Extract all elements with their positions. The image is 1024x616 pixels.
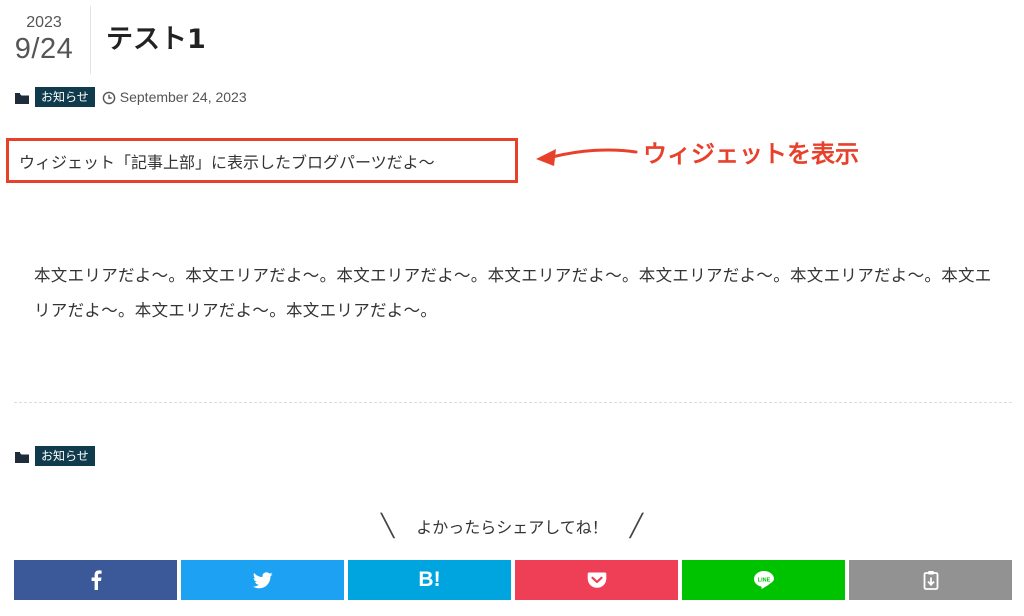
clock-icon bbox=[102, 90, 116, 105]
share-facebook-button[interactable] bbox=[14, 560, 177, 600]
share-heading-text: よかったらシェアしてね！ bbox=[416, 518, 608, 537]
share-pocket-button[interactable] bbox=[515, 560, 678, 600]
share-twitter-button[interactable] bbox=[181, 560, 344, 600]
facebook-icon bbox=[91, 570, 102, 590]
share-hatena-button[interactable]: B! bbox=[348, 560, 511, 600]
pocket-icon bbox=[587, 572, 606, 588]
content-divider bbox=[14, 402, 1012, 403]
post-meta: お知らせ September 24, 2023 bbox=[14, 86, 247, 108]
share-copy-button[interactable] bbox=[849, 560, 1012, 600]
post-month-day: 9/24 bbox=[14, 33, 74, 65]
slash-left-icon: ╲ bbox=[380, 514, 395, 539]
widget-text: ウィジェット「記事上部」に表示したブログパーツだよ〜 bbox=[19, 152, 435, 172]
category-badge[interactable]: お知らせ bbox=[35, 87, 95, 107]
widget-highlight-box: ウィジェット「記事上部」に表示したブログパーツだよ〜 bbox=[6, 138, 518, 183]
post-year: 2023 bbox=[26, 14, 62, 31]
clipboard-copy-icon bbox=[923, 571, 938, 590]
line-icon-label: LINE bbox=[757, 577, 770, 583]
hatena-bookmark-icon: B! bbox=[418, 568, 441, 591]
share-bar: B! LINE bbox=[14, 560, 1012, 600]
share-line-button[interactable]: LINE bbox=[682, 560, 845, 600]
line-icon: LINE bbox=[753, 571, 774, 589]
post-body: 本文エリアだよ〜。本文エリアだよ〜。本文エリアだよ〜。本文エリアだよ〜。本文エリ… bbox=[34, 266, 992, 320]
annotation-arrow-icon bbox=[536, 148, 638, 166]
post-date-box: 2023 9/24 bbox=[14, 14, 74, 66]
twitter-icon bbox=[252, 571, 273, 588]
share-heading: ╲ よかったらシェアしてね！ ╱ bbox=[0, 512, 1024, 543]
slash-right-icon: ╱ bbox=[629, 514, 644, 539]
folder-icon bbox=[14, 90, 30, 104]
post-title: テスト1 bbox=[106, 24, 206, 55]
folder-icon bbox=[14, 449, 30, 463]
footer-category-badge[interactable]: お知らせ bbox=[35, 446, 95, 466]
footer-meta: お知らせ bbox=[14, 445, 95, 467]
post-date: September 24, 2023 bbox=[119, 89, 247, 105]
annotation-label: ウィジェットを表示 bbox=[643, 140, 859, 168]
date-divider bbox=[90, 6, 91, 74]
